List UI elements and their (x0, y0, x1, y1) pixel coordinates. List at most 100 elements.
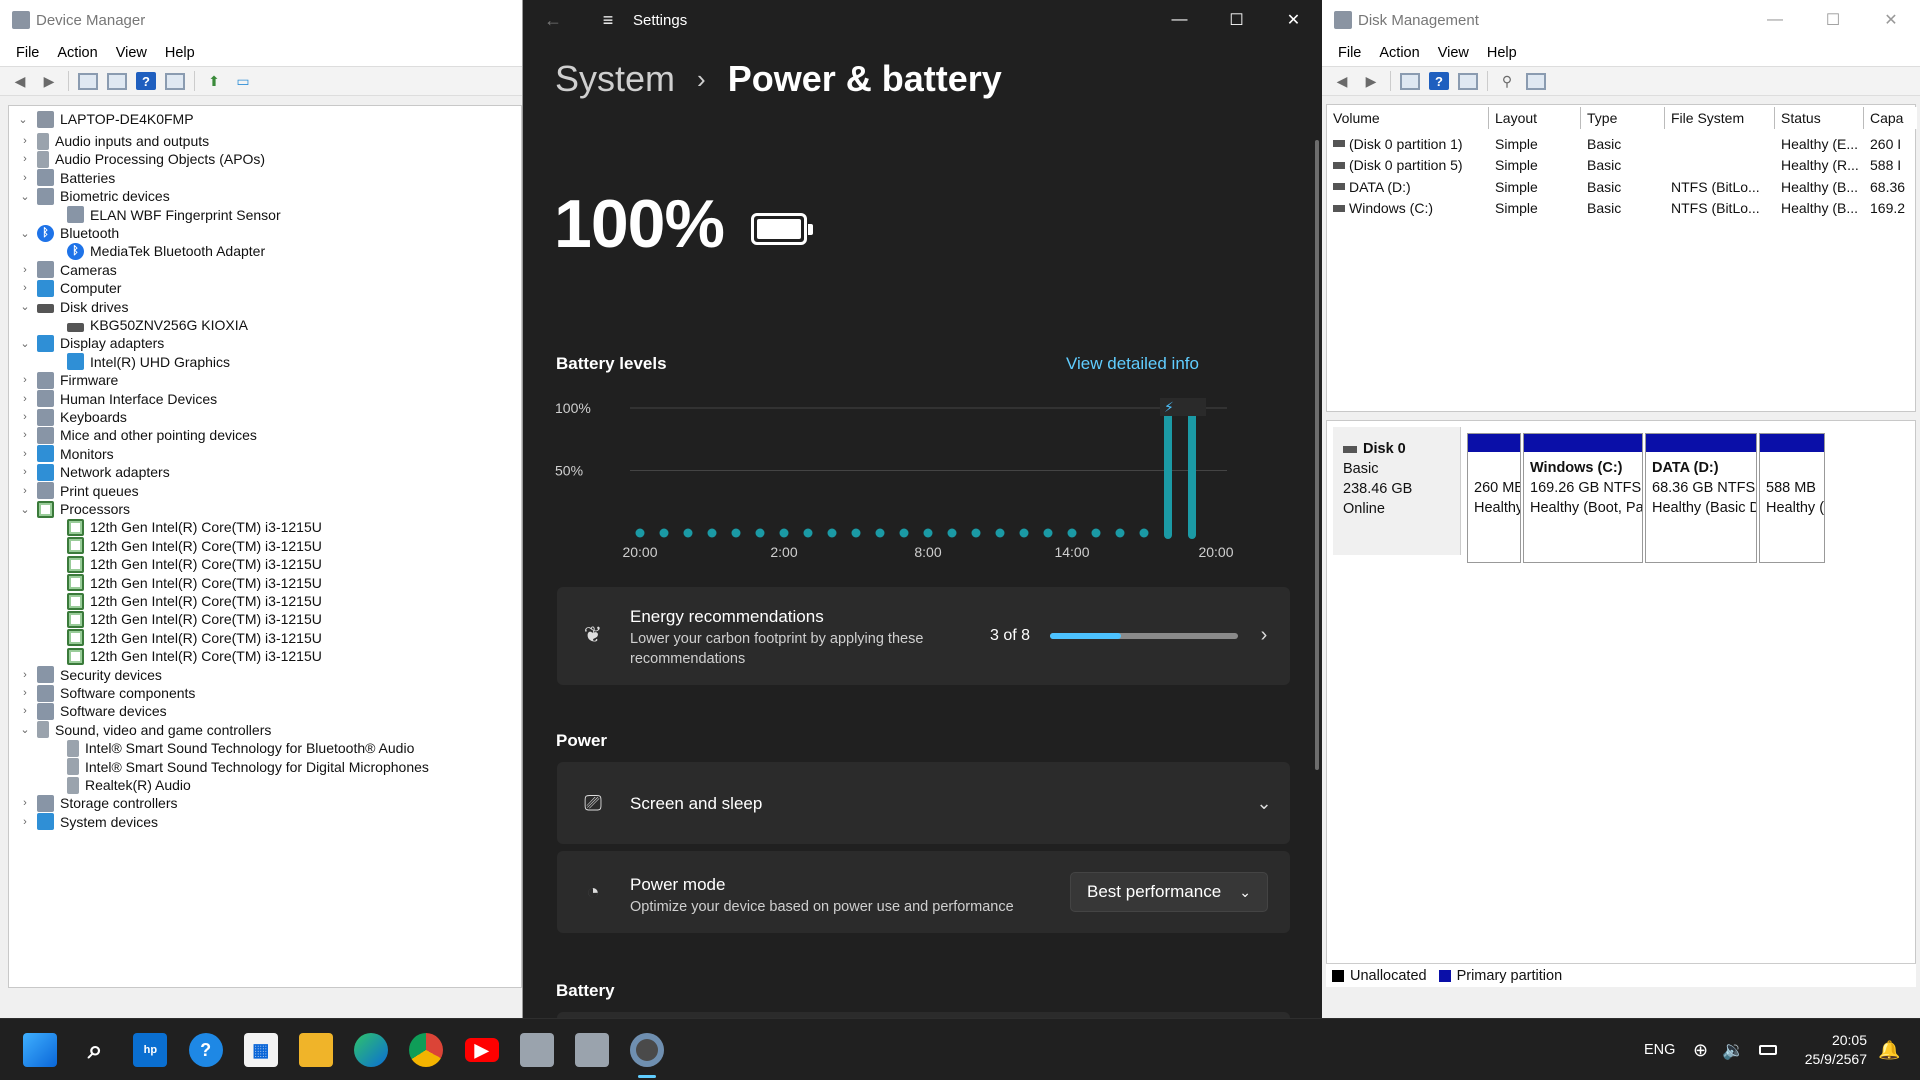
device-tree[interactable]: ⌄ LAPTOP-DE4K0FMP › Audio inputs and outp… (8, 105, 522, 988)
chevron-down-icon[interactable]: ⌄ (19, 723, 31, 736)
col-status[interactable]: Status (1775, 107, 1864, 129)
chevron-right-icon[interactable]: › (19, 797, 31, 809)
network-icon[interactable]: ⊕ (1693, 1040, 1708, 1061)
connect-icon[interactable]: ⚲ (1497, 72, 1517, 90)
chevron-right-icon[interactable]: › (19, 282, 31, 294)
disk-management-icon[interactable] (575, 1033, 609, 1067)
disk-info[interactable]: Disk 0 Basic 238.46 GB Online (1333, 427, 1461, 555)
dm-menu-file[interactable]: File (0, 45, 48, 61)
chevron-right-icon[interactable]: › (19, 429, 31, 441)
settings-icon[interactable] (630, 1033, 665, 1067)
screen-and-sleep-card[interactable]: ⎚ Screen and sleep ⌄ (557, 762, 1290, 844)
breadcrumb-system[interactable]: System (555, 58, 675, 100)
chevron-right-icon[interactable]: › (19, 374, 31, 386)
update-driver-icon[interactable]: ⬆ (204, 72, 224, 90)
col-capacity[interactable]: Capa (1864, 107, 1917, 129)
view-detailed-info-link[interactable]: View detailed info (1066, 354, 1199, 374)
forward-arrow-icon[interactable]: ▶ (39, 72, 59, 90)
col-layout[interactable]: Layout (1489, 107, 1581, 129)
minimize-icon[interactable]: — (1746, 0, 1804, 40)
chevron-right-icon[interactable]: › (19, 466, 31, 478)
forward-arrow-icon[interactable]: ▶ (1361, 72, 1381, 90)
energy-recommendations-card[interactable]: ❦ Energy recommendations Lower your carb… (557, 587, 1290, 685)
partition-block[interactable]: 588 MB Healthy (I (1759, 433, 1825, 563)
back-arrow-icon[interactable]: ◀ (10, 72, 30, 90)
scrollbar[interactable] (1315, 140, 1319, 770)
volume-cell[interactable]: (Disk 0 partition 5) (1333, 155, 1489, 176)
myhp-icon[interactable]: hp (133, 1033, 168, 1067)
language-indicator[interactable]: ENG (1644, 1019, 1675, 1080)
chevron-right-icon[interactable]: › (19, 687, 31, 699)
chevron-right-icon[interactable]: › (19, 485, 31, 497)
col-type[interactable]: Type (1581, 107, 1665, 129)
chrome-icon[interactable] (409, 1033, 444, 1067)
dk-menu-file[interactable]: File (1322, 45, 1370, 61)
partition-block[interactable]: DATA (D:) 68.36 GB NTFS (Bi Healthy (Basic… (1645, 433, 1757, 563)
back-arrow-icon[interactable]: ← (523, 10, 583, 31)
file-explorer-icon[interactable] (299, 1033, 333, 1067)
chevron-right-icon[interactable]: › (19, 411, 31, 423)
hamburger-menu-icon[interactable]: ≡ (583, 10, 633, 31)
notification-bell-icon[interactable]: 🔔 (1878, 1019, 1900, 1080)
help-icon[interactable]: ? (136, 72, 156, 90)
properties-icon[interactable] (78, 72, 98, 90)
maximize-icon[interactable]: ☐ (1208, 0, 1265, 40)
partition-block[interactable]: 260 MB Healthy (1467, 433, 1521, 563)
dm-titlebar[interactable]: Device Manager (0, 0, 522, 40)
close-icon[interactable]: ✕ (1265, 0, 1322, 40)
chevron-down-icon[interactable]: ⌄ (19, 227, 31, 240)
chevron-right-icon[interactable]: › (19, 172, 31, 184)
clock[interactable]: 20:05 25/9/2567 (1795, 1019, 1867, 1080)
battery-tray-icon[interactable] (1758, 1045, 1777, 1055)
edge-icon[interactable] (354, 1033, 389, 1067)
dm-menu-help[interactable]: Help (156, 45, 204, 61)
close-icon[interactable]: ✕ (1862, 0, 1920, 40)
power-mode-dropdown[interactable]: Best performance ⌄ (1070, 872, 1268, 912)
tree-category[interactable]: › System devices (23, 811, 158, 833)
chevron-right-icon[interactable]: › (19, 135, 31, 147)
chevron-right-icon[interactable]: › (1250, 621, 1278, 649)
chevron-right-icon[interactable]: › (19, 153, 31, 165)
dk-menu-view[interactable]: View (1429, 45, 1478, 61)
back-arrow-icon[interactable]: ◀ (1332, 72, 1352, 90)
volume-cell[interactable]: Windows (C:) (1333, 198, 1489, 219)
properties-icon[interactable] (1400, 72, 1420, 90)
tree-root[interactable]: ⌄ LAPTOP-DE4K0FMP (17, 108, 194, 130)
chevron-down-icon[interactable]: ⌄ (1250, 789, 1278, 817)
dk-menu-action[interactable]: Action (1370, 45, 1428, 61)
system-tray[interactable]: ⊕ 🔉 (1693, 1019, 1777, 1080)
settings-list-icon[interactable] (1526, 72, 1546, 90)
dm-menu-view[interactable]: View (107, 45, 156, 61)
dk-menu-help[interactable]: Help (1478, 45, 1526, 61)
minimize-icon[interactable]: — (1151, 0, 1208, 40)
scan-hardware-icon[interactable]: ▭ (233, 72, 253, 90)
col-volume[interactable]: Volume (1327, 107, 1489, 129)
start-icon[interactable] (23, 1033, 57, 1067)
chevron-down-icon[interactable]: ⌄ (17, 113, 29, 126)
help-icon[interactable]: ? (1429, 72, 1449, 90)
chevron-down-icon[interactable]: ⌄ (19, 503, 31, 516)
view-icon[interactable] (165, 72, 185, 90)
dm-menu-action[interactable]: Action (48, 45, 106, 61)
chevron-right-icon[interactable]: › (19, 448, 31, 460)
store-icon[interactable]: ▦ (243, 1033, 278, 1067)
chevron-down-icon[interactable]: ⌄ (19, 337, 31, 350)
chevron-down-icon[interactable]: ⌄ (19, 300, 31, 313)
volume-icon[interactable]: 🔉 (1722, 1040, 1744, 1061)
help-icon[interactable]: ? (188, 1033, 223, 1067)
youtube-icon[interactable]: ▶ (464, 1038, 499, 1062)
show-hide-console-icon[interactable] (107, 72, 127, 90)
device-manager-icon[interactable] (519, 1033, 554, 1067)
maximize-icon[interactable]: ☐ (1804, 0, 1862, 40)
search-icon[interactable]: ⌕ (78, 1033, 112, 1067)
chevron-right-icon[interactable]: › (19, 669, 31, 681)
chevron-right-icon[interactable]: › (19, 705, 31, 717)
chevron-right-icon[interactable]: › (19, 264, 31, 276)
volume-list[interactable]: Volume Layout Type File System Status Ca… (1326, 104, 1917, 511)
partition-block[interactable]: Windows (C:) 169.26 GB NTFS (Bit Healthy (… (1523, 433, 1643, 563)
volume-cell[interactable]: (Disk 0 partition 1) (1333, 133, 1489, 154)
view-icon[interactable] (1458, 72, 1478, 90)
col-file-system[interactable]: File System (1665, 107, 1775, 129)
chevron-right-icon[interactable]: › (19, 393, 31, 405)
chevron-right-icon[interactable]: › (19, 816, 31, 828)
